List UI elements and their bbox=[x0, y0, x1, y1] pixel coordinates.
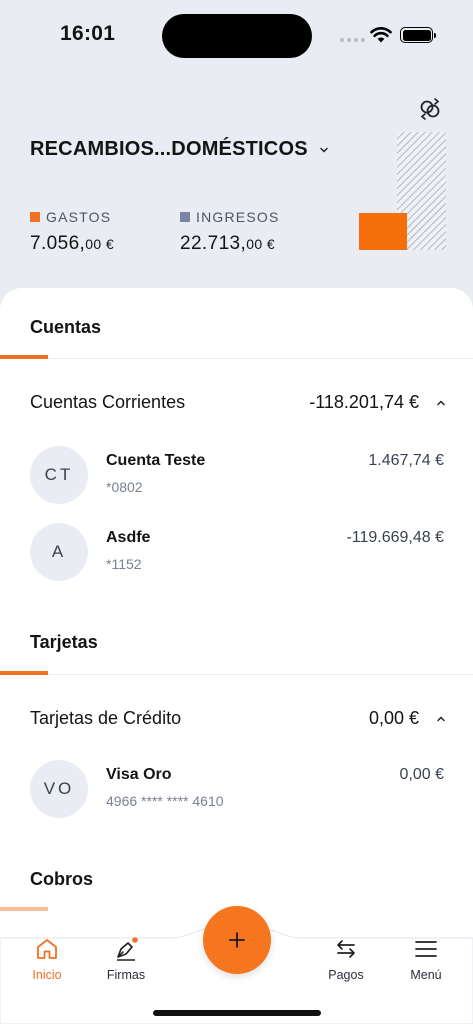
chevron-up-icon[interactable] bbox=[435, 397, 447, 409]
section-accent-bar bbox=[0, 355, 48, 359]
account-name: Asdfe bbox=[106, 529, 151, 546]
account-row[interactable]: A Asdfe *1152 -119.669,48 € bbox=[30, 523, 444, 583]
group-total: -118.201,74 € bbox=[309, 392, 419, 412]
expenses-label: GASTOS bbox=[46, 209, 112, 225]
income-amount: 22.713,00 € bbox=[180, 233, 276, 254]
nav-payments-label: Pagos bbox=[328, 968, 364, 982]
dynamic-island bbox=[162, 14, 312, 58]
status-time: 16:01 bbox=[60, 22, 116, 45]
card-balance: 0,00 € bbox=[399, 766, 444, 783]
card-row[interactable]: VO Visa Oro 4966 **** **** 4610 0,00 € bbox=[30, 760, 444, 820]
account-number: *0802 bbox=[106, 479, 143, 495]
wifi-icon bbox=[370, 27, 392, 43]
group-total: 0,00 € bbox=[368, 708, 419, 728]
divider bbox=[0, 358, 473, 359]
avatar: A bbox=[30, 523, 88, 581]
transfer-arrows-icon bbox=[337, 940, 355, 958]
collections-section-title[interactable]: Cobros bbox=[30, 869, 93, 890]
account-row[interactable]: CT Cuenta Teste *0802 1.467,74 € bbox=[30, 446, 444, 506]
expenses-income-chart bbox=[359, 132, 446, 250]
plus-icon bbox=[229, 932, 245, 948]
nav-menu[interactable]: Menú bbox=[391, 936, 461, 982]
divider bbox=[0, 674, 473, 675]
group-label: Cuentas Corrientes bbox=[30, 392, 186, 412]
nav-signatures-label: Firmas bbox=[106, 968, 146, 982]
cards-section-title[interactable]: Tarjetas bbox=[30, 632, 98, 653]
group-label: Tarjetas de Crédito bbox=[30, 708, 182, 728]
nav-home-label: Inicio bbox=[32, 968, 62, 982]
cellular-signal-icon bbox=[340, 38, 365, 42]
add-button[interactable] bbox=[203, 906, 271, 974]
pen-nib-icon bbox=[117, 937, 138, 961]
card-number: 4966 **** **** 4610 bbox=[106, 793, 224, 809]
accounts-section-title[interactable]: Cuentas bbox=[30, 317, 101, 338]
income-label: INGRESOS bbox=[196, 209, 280, 225]
avatar: CT bbox=[30, 446, 88, 504]
chevron-up-icon[interactable] bbox=[435, 713, 447, 725]
account-name: Cuenta Teste bbox=[106, 452, 206, 469]
chevron-down-icon bbox=[320, 147, 328, 153]
nav-home[interactable]: Inicio bbox=[12, 936, 82, 982]
credit-cards-group[interactable]: Tarjetas de Crédito 0,00 € bbox=[30, 708, 447, 729]
section-accent-bar bbox=[0, 671, 48, 675]
section-accent-bar bbox=[0, 907, 48, 911]
account-balance: 1.467,74 € bbox=[368, 452, 444, 469]
expenses-legend: GASTOS bbox=[30, 209, 111, 225]
switch-company-icon[interactable] bbox=[416, 96, 444, 122]
nav-payments[interactable]: Pagos bbox=[311, 936, 381, 982]
battery-icon bbox=[400, 27, 436, 43]
income-legend-swatch bbox=[180, 212, 190, 222]
company-selector[interactable]: RECAMBIOS...DOMÉSTICOS bbox=[30, 138, 330, 161]
hamburger-menu-icon bbox=[415, 941, 437, 957]
avatar: VO bbox=[30, 760, 88, 818]
expenses-amount: 7.056,00 € bbox=[30, 233, 115, 254]
account-number: *1152 bbox=[106, 556, 142, 572]
company-name: RECAMBIOS...DOMÉSTICOS bbox=[30, 138, 308, 160]
income-legend: INGRESOS bbox=[180, 209, 280, 225]
current-accounts-group[interactable]: Cuentas Corrientes -118.201,74 € bbox=[30, 392, 447, 413]
nav-menu-label: Menú bbox=[410, 968, 442, 982]
account-balance: -119.669,48 € bbox=[346, 529, 444, 546]
expenses-legend-swatch bbox=[30, 212, 40, 222]
expenses-bar bbox=[359, 213, 407, 250]
card-name: Visa Oro bbox=[106, 766, 172, 783]
status-bar: 16:01 bbox=[0, 0, 473, 70]
home-icon bbox=[37, 939, 57, 959]
nav-signatures[interactable]: Firmas bbox=[91, 936, 161, 982]
home-indicator bbox=[153, 1010, 321, 1016]
